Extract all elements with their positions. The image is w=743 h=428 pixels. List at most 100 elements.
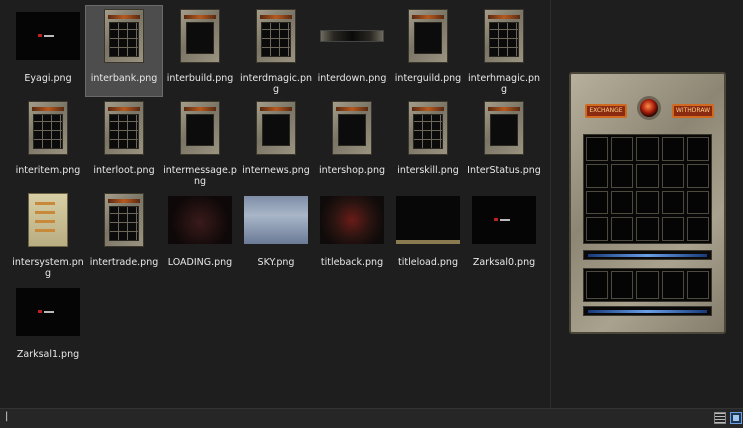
file-item[interactable]: intersystem.png	[10, 190, 86, 280]
file-item[interactable]: interbuild.png	[162, 6, 238, 96]
preview-slot	[686, 190, 709, 215]
file-item[interactable]: interguild.png	[390, 6, 466, 96]
thumbnail-image	[320, 196, 384, 244]
file-thumbnail	[90, 9, 158, 63]
preview-slot	[611, 217, 634, 241]
file-name: internews.png	[242, 165, 310, 176]
file-thumbnail	[470, 9, 538, 63]
file-thumbnail	[394, 9, 462, 63]
preview-image: EXCHANGE WITHDRAW	[569, 72, 726, 334]
file-name: interdown.png	[317, 73, 387, 84]
large-icons-view-button[interactable]	[730, 412, 742, 424]
file-name: InterStatus.png	[467, 165, 541, 176]
file-item[interactable]: interhmagic.png	[466, 6, 542, 96]
thumbnail-image	[104, 193, 144, 247]
status-bar: |	[0, 408, 743, 428]
file-item[interactable]: Zarksal1.png	[10, 282, 86, 372]
thumbnail-image	[244, 196, 308, 244]
file-thumbnail	[14, 285, 82, 339]
file-thumbnail	[470, 193, 538, 247]
file-thumbnail	[90, 101, 158, 155]
file-name: LOADING.png	[167, 257, 233, 268]
preview-right-button: WITHDRAW	[672, 104, 714, 118]
file-thumbnail	[470, 101, 538, 155]
preview-slot-grid	[583, 134, 712, 244]
thumbnail-image	[484, 101, 524, 155]
thumbnail-image	[484, 9, 524, 63]
preview-slot	[636, 163, 659, 188]
file-item[interactable]: titleback.png	[314, 190, 390, 280]
file-thumbnail	[166, 193, 234, 247]
thumbnail-image	[16, 12, 80, 60]
file-item[interactable]: interdmagic.png	[238, 6, 314, 96]
preview-slot-row	[583, 268, 712, 302]
file-name: Zarksal0.png	[472, 257, 536, 268]
preview-slot	[686, 163, 709, 188]
file-name: Zarksal1.png	[16, 349, 80, 360]
file-item[interactable]: InterStatus.png	[466, 98, 542, 188]
file-name: interdmagic.png	[239, 73, 313, 95]
file-name: intersystem.png	[12, 257, 84, 279]
thumbnail-image	[256, 9, 296, 63]
file-name: interloot.png	[93, 165, 155, 176]
preview-slot	[661, 217, 684, 241]
file-thumbnail	[318, 101, 386, 155]
file-item[interactable]: Eyagi.png	[10, 6, 86, 96]
file-item[interactable]: LOADING.png	[162, 190, 238, 280]
file-name: interskill.png	[397, 165, 459, 176]
file-thumbnail	[242, 193, 310, 247]
thumbnail-image	[180, 101, 220, 155]
file-thumbnail	[166, 9, 234, 63]
file-item[interactable]: interskill.png	[390, 98, 466, 188]
preview-slot	[686, 217, 709, 241]
preview-slot	[611, 271, 634, 299]
thumbnail-image	[168, 196, 232, 244]
file-item[interactable]: titleload.png	[390, 190, 466, 280]
file-name: titleback.png	[320, 257, 384, 268]
preview-slot	[661, 163, 684, 188]
file-name: SKY.png	[257, 257, 295, 268]
preview-bar-bottom	[583, 306, 712, 316]
preview-left-button: EXCHANGE	[585, 104, 627, 118]
file-item[interactable]: intershop.png	[314, 98, 390, 188]
file-thumbnail	[242, 9, 310, 63]
details-view-button[interactable]	[714, 412, 726, 424]
preview-slot	[611, 190, 634, 215]
preview-slot	[611, 137, 634, 161]
thumbnail-image	[180, 9, 220, 63]
file-thumbnail	[318, 9, 386, 63]
preview-slot	[586, 217, 609, 241]
file-name: intershop.png	[318, 165, 386, 176]
preview-slot	[586, 163, 609, 188]
file-item[interactable]: interdown.png	[314, 6, 390, 96]
file-name: Eyagi.png	[24, 73, 72, 84]
file-name: interitem.png	[15, 165, 81, 176]
thumbnail-image	[28, 193, 68, 247]
file-thumbnail	[394, 101, 462, 155]
file-thumbnail	[14, 193, 82, 247]
file-item[interactable]: interbank.png	[85, 5, 163, 97]
file-item[interactable]: interitem.png	[10, 98, 86, 188]
thumbnail-image	[320, 30, 384, 42]
preview-slot	[636, 190, 659, 215]
preview-slot	[686, 271, 709, 299]
file-item[interactable]: intertrade.png	[86, 190, 162, 280]
thumbnail-image	[396, 196, 460, 244]
file-item[interactable]: intermessage.png	[162, 98, 238, 188]
preview-slot	[636, 137, 659, 161]
file-item[interactable]: interloot.png	[86, 98, 162, 188]
file-item[interactable]: internews.png	[238, 98, 314, 188]
thumbnail-image	[472, 196, 536, 244]
preview-slot	[636, 271, 659, 299]
status-text: |	[5, 411, 9, 422]
preview-slot	[586, 271, 609, 299]
file-name: intermessage.png	[163, 165, 237, 187]
thumbnail-image	[16, 288, 80, 336]
file-item[interactable]: Zarksal0.png	[466, 190, 542, 280]
file-name: interguild.png	[394, 73, 462, 84]
preview-pane: EXCHANGE WITHDRAW	[550, 0, 743, 408]
file-item[interactable]: SKY.png	[238, 190, 314, 280]
thumbnail-image	[408, 101, 448, 155]
file-thumbnail	[242, 101, 310, 155]
preview-orb	[637, 96, 661, 120]
